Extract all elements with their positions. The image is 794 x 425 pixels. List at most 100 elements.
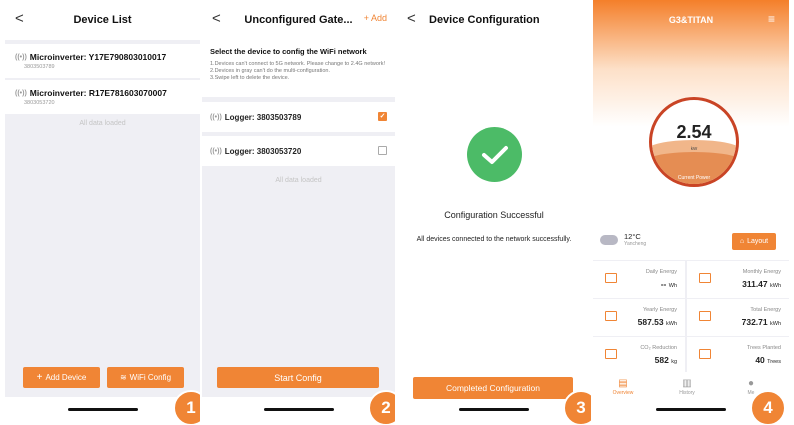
signal-icon: ((•)): [15, 89, 27, 97]
stat-label: Yearly Energy: [642, 307, 677, 313]
layout-icon: ⌂: [739, 238, 745, 245]
step-badge-3: 3: [563, 390, 591, 425]
screen-unconfigured-gateway: < Unconfigured Gate... + Add Select the …: [202, 0, 395, 425]
device-list-area: ((•)) Microinverter: Y17E790803010017 380…: [5, 40, 200, 397]
home-indicator: [656, 408, 726, 411]
tab-overview[interactable]: ▤ Overview: [593, 378, 653, 396]
success-check-icon: [467, 127, 522, 182]
stat-value: 587.53 kWh: [637, 317, 677, 327]
me-icon: ●: [747, 378, 755, 389]
completed-configuration-button[interactable]: Completed Configuration: [413, 377, 573, 399]
wifi-config-label: WiFi Config: [129, 373, 172, 382]
power-unit: kW: [690, 146, 698, 151]
signal-icon: ((•)): [210, 147, 222, 155]
power-gauge: 2.54 kW Current Power: [649, 97, 739, 187]
loaded-text: All data loaded: [79, 120, 126, 127]
step-badge-1: 1: [173, 390, 200, 425]
logger-label: Logger: 3803053720: [224, 146, 302, 156]
stat-value: 40 Trees: [755, 355, 781, 365]
checkbox-checked[interactable]: ✓: [378, 112, 387, 121]
stat-yearly-energy: Yearly Energy 587.53 kWh: [593, 299, 685, 336]
instruction-line: 3.Swipe left to delete the device.: [210, 75, 290, 81]
stat-label: Trees Planted: [746, 345, 781, 351]
list-item[interactable]: ((•)) Microinverter: R17E781603070007 380…: [5, 80, 200, 114]
temperature: 12°C: [624, 232, 641, 241]
calendar-icon: [699, 273, 711, 283]
logger-label: Logger: 3803503789: [224, 112, 302, 122]
stat-label: Daily Energy: [645, 269, 677, 275]
checkbox-unchecked[interactable]: [378, 146, 387, 155]
weather-widget: 12°C Yancheng: [600, 232, 646, 247]
logger-list-area: ((•)) Logger: 3803503789 ✓ ((•)) Logger:…: [202, 97, 395, 397]
home-indicator: [459, 408, 529, 411]
calendar-icon: [605, 273, 617, 283]
power-label: Current Power: [677, 175, 711, 181]
page-title: Unconfigured Gate...: [244, 14, 353, 26]
add-device-button[interactable]: + Add Device: [23, 367, 100, 388]
leaf-icon: [605, 349, 617, 359]
trend-icon: [699, 311, 711, 321]
signal-icon: ((•)): [15, 53, 27, 61]
stat-value: -- Wh: [660, 279, 677, 289]
device-name: Microinverter: Y17E790803010017: [29, 52, 167, 62]
stats-grid: Daily Energy -- Wh Monthly Energy 311.47…: [593, 260, 789, 372]
stat-label: CO₂ Reduction: [640, 345, 677, 351]
stat-value: 732.71 kWh: [741, 317, 781, 327]
power-value: 2.54: [676, 122, 712, 142]
list-item[interactable]: ((•)) Microinverter: Y17E790803010017 380…: [5, 44, 200, 78]
stat-value: 311.47 kWh: [742, 279, 781, 289]
step-badge-2: 2: [368, 390, 395, 425]
stat-label: Total Energy: [750, 307, 781, 313]
step-badge-4: 4: [750, 390, 786, 425]
wifi-icon: ≋: [119, 373, 127, 382]
back-button[interactable]: <: [212, 11, 221, 26]
add-link[interactable]: + Add: [364, 13, 387, 23]
start-config-button[interactable]: Start Config: [217, 367, 379, 388]
tab-label: History: [679, 390, 695, 396]
wifi-config-button[interactable]: ≋ WiFi Config: [107, 367, 184, 388]
tab-history[interactable]: ▥ History: [657, 378, 717, 396]
list-item[interactable]: ((•)) Logger: 3803503789 ✓: [202, 102, 395, 132]
signal-icon: ((•)): [210, 113, 222, 121]
loaded-text: All data loaded: [275, 177, 322, 184]
instructions: 1.Devices can't connect to 5G network. P…: [210, 61, 387, 82]
screen-overview: G3&TITAN ≡ 2.54 kW Current Power 12°C Ya…: [593, 0, 789, 425]
bar-chart-icon: [605, 311, 617, 321]
stat-monthly-energy: Monthly Energy 311.47 kWh: [687, 261, 789, 298]
home-indicator: [263, 408, 334, 411]
page-title: Device List: [73, 14, 132, 26]
stat-value: 582 kg: [654, 355, 677, 365]
stat-label: Monthly Energy: [742, 269, 781, 275]
instruction-line: 2.Devices in gray can't do the multi-con…: [210, 68, 330, 74]
list-item[interactable]: ((•)) Logger: 3803053720: [202, 136, 395, 166]
history-icon: ▥: [682, 378, 692, 389]
back-button[interactable]: <: [407, 11, 416, 26]
plus-icon: +: [36, 372, 43, 383]
device-sn: 3803053720: [24, 100, 55, 106]
stat-total-energy: Total Energy 732.71 kWh: [687, 299, 789, 336]
tree-icon: [699, 349, 711, 359]
tab-label: Overview: [612, 390, 634, 396]
instruction-line: 1.Devices can't connect to 5G network. P…: [210, 61, 386, 67]
header: < Device List: [5, 0, 200, 40]
header: < Device Configuration: [397, 0, 591, 40]
back-button[interactable]: <: [15, 11, 24, 26]
layout-label: Layout: [747, 238, 769, 245]
page-title: G3&TITAN: [668, 15, 714, 25]
stat-trees-planted: Trees Planted 40 Trees: [687, 337, 789, 372]
menu-icon[interactable]: ≡: [768, 12, 775, 26]
add-device-label: Add Device: [45, 373, 87, 382]
stat-co2-reduction: CO₂ Reduction 582 kg: [593, 337, 685, 372]
overview-icon: ▤: [618, 378, 628, 389]
screen-device-list: < Device List ((•)) Microinverter: Y17E79…: [5, 0, 200, 425]
gauge-wave: [652, 152, 736, 184]
success-title: Configuration Successful: [444, 210, 544, 220]
device-sn: 3803503789: [24, 64, 55, 70]
instructions-title: Select the device to config the WiFi net…: [210, 47, 367, 56]
home-indicator: [67, 408, 138, 411]
cloud-icon: [600, 234, 618, 245]
page-title: Device Configuration: [429, 14, 540, 26]
stat-daily-energy: Daily Energy -- Wh: [593, 261, 685, 298]
layout-button[interactable]: ⌂ Layout: [732, 233, 776, 250]
screen-device-configuration: < Device Configuration Configuration Suc…: [397, 0, 591, 425]
